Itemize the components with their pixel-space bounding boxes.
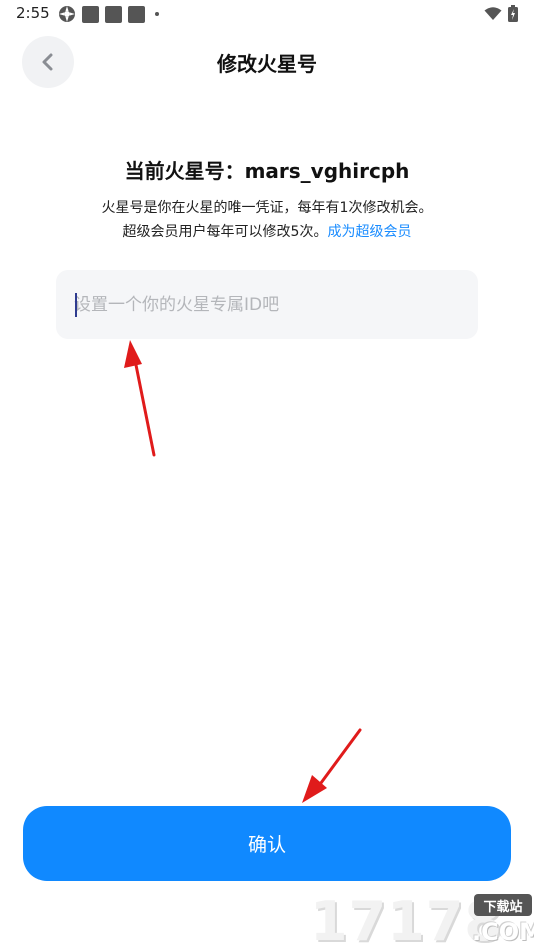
watermark-badge: 下载站: [474, 894, 532, 916]
become-super-member-link[interactable]: 成为超级会员: [327, 224, 411, 240]
confirm-button[interactable]: 确认: [23, 806, 511, 881]
battery-icon: [508, 5, 518, 22]
status-left-icons: [58, 5, 159, 23]
current-id-label: 当前火星号：mars_vghircph: [124, 159, 410, 183]
annotation-arrow-button: [302, 728, 362, 803]
page-title: 修改火星号: [217, 52, 317, 76]
screen: 2:55 修改火星号 当前火星号：mars_vghircph 火星号是你在火星的…: [0, 0, 534, 950]
description-line-2: 超级会员用户每年可以修改5次。成为超级会员: [0, 221, 534, 241]
wifi-icon: [484, 6, 502, 20]
notification-icon: [128, 5, 145, 23]
annotation-arrow-input: [124, 340, 156, 457]
notification-icon: [105, 5, 122, 23]
watermark-com: .COM: [472, 918, 534, 946]
settings-icon: [59, 6, 75, 22]
mars-id-input-container[interactable]: [56, 270, 478, 339]
description-text: 超级会员用户每年可以修改5次。: [122, 224, 328, 240]
text-caret: [75, 293, 77, 317]
status-right-icons: [484, 5, 518, 22]
watermark-logo: 17178 下载站 .COM: [310, 890, 534, 950]
description-line-1: 火星号是你在火星的唯一凭证，每年有1次修改机会。: [101, 200, 433, 216]
notification-icon: [82, 5, 99, 23]
dot-icon: [155, 12, 159, 16]
mars-id-input[interactable]: [74, 270, 464, 339]
status-bar: 2:55: [0, 0, 534, 28]
status-time: 2:55: [16, 4, 50, 22]
